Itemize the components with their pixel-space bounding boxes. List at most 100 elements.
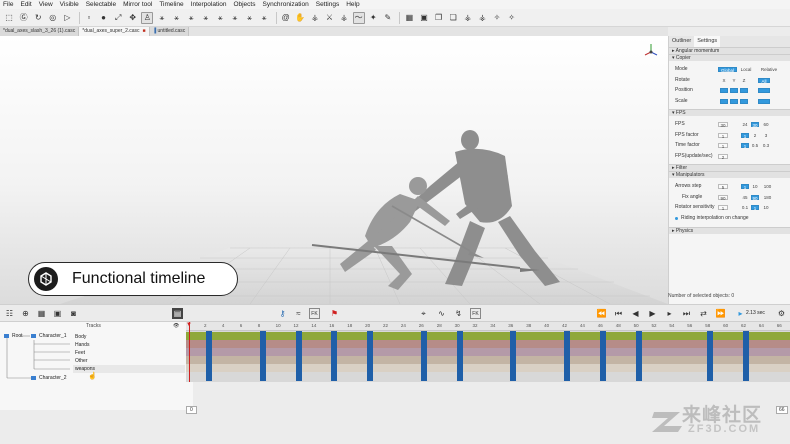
section-physics[interactable]: ▸ Physics [669, 227, 790, 234]
step-icon[interactable]: ↯ [453, 308, 464, 319]
layers-icon[interactable]: ▣ [418, 12, 430, 24]
pose-d-icon[interactable]: ⚹ [200, 12, 212, 24]
section-copier[interactable]: ▾ Copier [669, 54, 790, 61]
keyframe-block[interactable] [599, 331, 606, 381]
pose-g-icon[interactable]: ⚹ [244, 12, 256, 24]
menu-objects[interactable]: Objects [233, 1, 255, 8]
menu-synchronization[interactable]: Synchronization [262, 1, 308, 8]
start-frame-input[interactable]: 0 [186, 406, 197, 414]
prev-key-icon[interactable]: ⏮ [613, 308, 624, 319]
scale-all-toggle[interactable] [758, 98, 770, 104]
tab-outliner[interactable]: Outliner [669, 36, 694, 47]
keyframe-block[interactable] [510, 331, 517, 381]
rotate-y-toggle[interactable]: Y [730, 78, 738, 83]
keyframe-block[interactable] [635, 331, 642, 381]
next-key-icon[interactable]: ⏭ [681, 308, 692, 319]
angle-option[interactable]: 45 [741, 195, 749, 200]
next-frame-icon[interactable]: ▸ [664, 308, 675, 319]
fps-input[interactable]: 30 [718, 122, 728, 128]
spiral-icon[interactable]: @ [280, 12, 292, 24]
timeline-grid[interactable]: ▼ 24681012141618202224262830323436384042… [186, 322, 790, 382]
rot-option[interactable]: 10 [762, 205, 770, 210]
fps-factor-input[interactable]: 1 [718, 132, 728, 139]
time-option[interactable]: 1 [741, 143, 749, 149]
position-z-toggle[interactable] [740, 88, 748, 93]
forward-icon[interactable]: ⏩ [715, 308, 726, 319]
pose-c-icon[interactable]: ⚹ [185, 12, 197, 24]
select-icon[interactable]: ⬚ [3, 12, 15, 24]
figure-icon[interactable]: ♙ [141, 11, 154, 24]
rotator-input[interactable]: 1 [718, 205, 728, 211]
eye-lock-icon[interactable]: 👁 [173, 323, 179, 329]
keyframe-block[interactable] [331, 331, 338, 381]
menu-view[interactable]: View [39, 1, 53, 8]
arrows-option[interactable]: 100 [762, 184, 773, 189]
menu-help[interactable]: Help [346, 1, 359, 8]
pose-e-icon[interactable]: ⚹ [214, 12, 226, 24]
angle-option[interactable]: 180 [762, 195, 773, 200]
prev-frame-icon[interactable]: ◀ [630, 308, 641, 319]
speed-icon[interactable]: ▸ [735, 308, 746, 319]
menu-timeline[interactable]: Timeline [159, 1, 183, 8]
fk-button[interactable]: FK [309, 308, 320, 319]
dot-icon[interactable]: ● [98, 12, 110, 24]
time-option[interactable]: 0.3 [762, 143, 770, 148]
time-factor-input[interactable]: 1 [718, 143, 728, 149]
tool-b-icon[interactable]: ✧ [506, 12, 518, 24]
menu-edit[interactable]: Edit [20, 1, 31, 8]
angle-option[interactable]: 90 [751, 194, 759, 201]
camera-icon[interactable]: ◙ [68, 308, 79, 319]
lane-body[interactable] [186, 332, 790, 340]
arrows-step-input[interactable]: 5 [718, 184, 728, 190]
kick-icon[interactable]: ⚶ [309, 12, 321, 24]
menu-file[interactable]: File [3, 1, 13, 8]
spline-icon[interactable]: ≈ [293, 308, 304, 319]
lane-feet[interactable] [186, 348, 790, 356]
arrows-option[interactable]: 10 [751, 184, 759, 189]
lane-hands[interactable] [186, 340, 790, 348]
weapon-icon[interactable]: ⚔ [323, 12, 335, 24]
fix-angle-input[interactable]: 90 [718, 194, 728, 201]
film-icon[interactable]: ▤ [172, 308, 183, 319]
tab-untitled[interactable]: ▐ untitled.casc [149, 27, 190, 36]
pose-paste-icon[interactable]: ⚶ [476, 12, 488, 24]
keyframe-block[interactable] [456, 331, 463, 381]
mode-local-toggle[interactable]: Local [739, 67, 753, 72]
rotate-x-toggle[interactable]: X [720, 78, 728, 83]
rot-option[interactable]: 0.1 [741, 205, 749, 210]
wave-icon[interactable]: ∿ [436, 308, 447, 319]
pose-f-icon[interactable]: ⚹ [229, 12, 241, 24]
hand-icon[interactable]: ✋ [294, 12, 306, 24]
loop-icon[interactable]: ⇄ [698, 308, 709, 319]
position-all-toggle[interactable] [758, 88, 770, 93]
arrows-option[interactable]: 1 [741, 184, 749, 190]
paste-icon[interactable]: ❏ [447, 12, 459, 24]
track-row[interactable]: Hands [73, 341, 185, 349]
key-icon[interactable]: ⚷ [277, 308, 288, 319]
tab-settings[interactable]: Settings [694, 36, 721, 47]
rotate-z-toggle[interactable]: Z [740, 78, 748, 83]
flag-icon[interactable]: ⚑ [329, 308, 340, 319]
track-row[interactable]: Other [73, 357, 185, 365]
time-ruler[interactable]: ▼ 24681012141618202224262830323436384042… [186, 322, 790, 331]
section-filter[interactable]: ▸ Filter [669, 164, 790, 171]
scale-y-toggle[interactable] [730, 98, 738, 104]
play-local-icon[interactable]: ▷ [61, 12, 73, 24]
fps-update-input[interactable]: 2 [718, 153, 728, 160]
image-icon[interactable]: ▣ [52, 308, 63, 319]
pose-h-icon[interactable]: ⚹ [258, 12, 270, 24]
grid-icon[interactable]: ▦ [403, 12, 415, 24]
keyframe-block[interactable] [367, 331, 374, 381]
section-angular-momentum[interactable]: ▸ Angular momentum [669, 47, 790, 54]
fps-option[interactable]: 60 [762, 122, 770, 127]
tab-dual-axes-slash[interactable]: *dual_axes_slash_3_26 (1).casc [0, 27, 80, 36]
track-row[interactable]: Body [73, 333, 185, 341]
keyframe-block[interactable] [743, 331, 749, 381]
fps-option[interactable]: 24 [741, 122, 749, 127]
menu-visible[interactable]: Visible [60, 1, 79, 8]
tool-a-icon[interactable]: ✧ [491, 12, 503, 24]
rot-option[interactable]: 1 [751, 205, 759, 211]
factor-option[interactable]: 1 [741, 132, 749, 139]
lane-other[interactable] [186, 356, 790, 364]
rewind-icon[interactable]: ⏪ [596, 308, 607, 319]
